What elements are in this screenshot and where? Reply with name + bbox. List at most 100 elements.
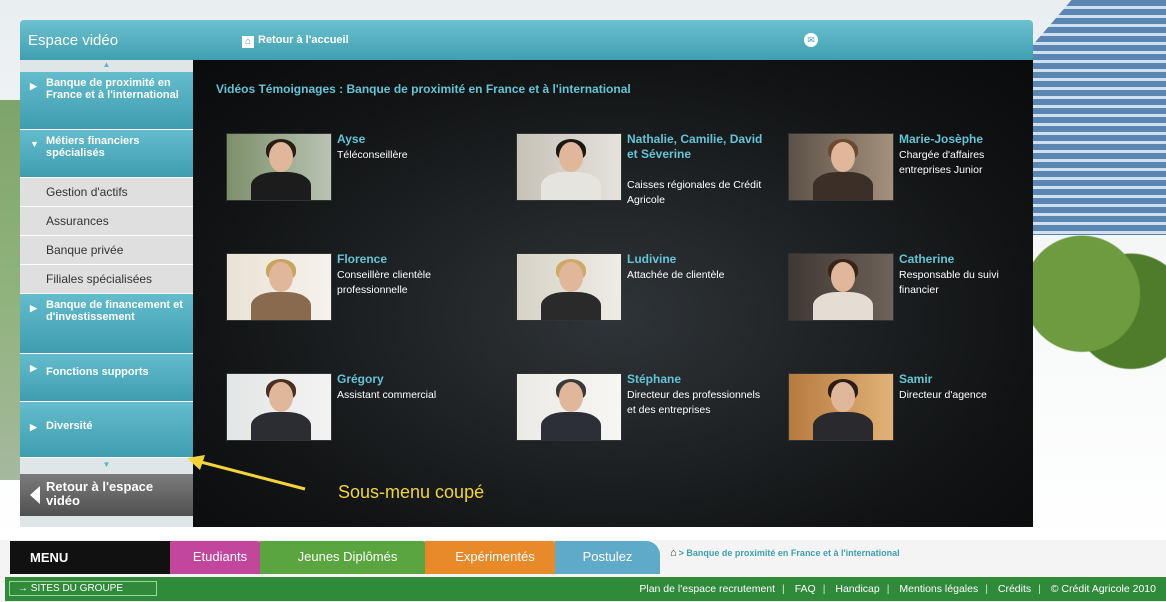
- sidebar-subitem-gestion-actifs[interactable]: Gestion d'actifs: [20, 178, 193, 207]
- chevron-right-icon: ▶: [30, 81, 37, 91]
- mail-icon[interactable]: ✉: [804, 33, 818, 47]
- sidebar-item-label: Diversité: [46, 420, 93, 432]
- sidebar-subitem-label: Filiales spécialisées: [46, 272, 153, 286]
- video-card[interactable]: Ayse Téléconseillère: [216, 130, 486, 215]
- breadcrumb: ⌂ > Banque de proximité en France et à l'…: [670, 547, 900, 559]
- sidebar-subitem-label: Assurances: [46, 214, 109, 228]
- menu-label: MENU: [10, 541, 170, 574]
- tab-label: Postulez: [582, 549, 633, 564]
- home-link[interactable]: ⌂ Retour à l'accueil: [242, 34, 349, 48]
- chevron-down-icon: ▼: [30, 139, 39, 149]
- sidebar-item-fonctions-supports[interactable]: ▶ Fonctions supports: [20, 354, 193, 402]
- breadcrumb-text[interactable]: > Banque de proximité en France et à l'i…: [679, 548, 900, 558]
- video-content-panel: Vidéos Témoignages : Banque de proximité…: [193, 60, 1033, 527]
- tab-label: Jeunes Diplômés: [297, 549, 398, 564]
- video-card[interactable]: Stéphane Directeur des professionnels et…: [506, 370, 776, 455]
- home-icon: ⌂: [242, 36, 254, 48]
- video-person-name[interactable]: Ludivine: [627, 252, 767, 267]
- video-thumbnail[interactable]: [788, 133, 894, 201]
- sidebar-menu: ▲ ▶ Banque de proximité en France et à l…: [20, 60, 193, 527]
- footer-link-plan[interactable]: Plan de l'espace recrutement: [639, 583, 775, 595]
- back-button-label: Retour à l'espace vidéo: [46, 479, 154, 508]
- back-to-video-space-button[interactable]: Retour à l'espace vidéo: [20, 474, 193, 516]
- header-bar: Espace vidéo ⌂ Retour à l'accueil ✉: [20, 20, 1033, 60]
- tab-label: Expérimentés: [455, 549, 535, 564]
- video-thumbnail[interactable]: [226, 253, 332, 321]
- video-person-role: Attachée de clientèle: [627, 269, 725, 281]
- home-link-label: Retour à l'accueil: [258, 34, 349, 46]
- video-thumbnail[interactable]: [226, 373, 332, 441]
- sidebar-item-metiers-financiers[interactable]: ▼ Métiers financiers spécialisés: [20, 130, 193, 178]
- video-space-window: Espace vidéo ⌂ Retour à l'accueil ✉ ▲ ▶ B…: [20, 20, 1033, 527]
- video-card[interactable]: Catherine Responsable du suivi financier: [778, 250, 1048, 335]
- tab-jeunes-diplomes[interactable]: Jeunes Diplômés: [260, 541, 435, 574]
- footer-link-faq[interactable]: FAQ: [795, 583, 816, 595]
- sidebar-item-label: Fonctions supports: [46, 366, 149, 378]
- footer-bar: → SITES DU GROUPE Plan de l'espace recru…: [5, 577, 1166, 601]
- video-thumbnail[interactable]: [788, 253, 894, 321]
- video-person-name[interactable]: Nathalie, Camilie, David et Séverine: [627, 132, 767, 162]
- page-title: Vidéos Témoignages : Banque de proximité…: [216, 82, 631, 96]
- video-person-name[interactable]: Grégory: [337, 372, 477, 387]
- video-card[interactable]: Marie-Josèphe Chargée d'affaires entrepr…: [778, 130, 1048, 215]
- sidebar-item-banque-proximite[interactable]: ▶ Banque de proximité en France et à l'i…: [20, 72, 193, 130]
- video-person-role: Directeur des professionnels et des entr…: [627, 389, 761, 416]
- sidebar-item-banque-financement[interactable]: ▶ Banque de financement et d'investissem…: [20, 294, 193, 354]
- video-person-role: Directeur d'agence: [899, 389, 987, 401]
- video-thumbnail[interactable]: [516, 133, 622, 201]
- chevron-right-icon: ▶: [30, 303, 37, 313]
- video-person-role: Assistant commercial: [337, 389, 437, 401]
- video-person-name[interactable]: Catherine: [899, 252, 1039, 267]
- video-person-role: Téléconseillère: [337, 149, 408, 161]
- sites-du-groupe-button[interactable]: → SITES DU GROUPE: [9, 581, 157, 596]
- footer-link-handicap[interactable]: Handicap: [835, 583, 879, 595]
- sidebar-item-diversite[interactable]: ▶ Diversité: [20, 402, 193, 458]
- annotation-arrow-icon: [187, 455, 306, 491]
- video-person-role: Responsable du suivi financier: [899, 269, 999, 296]
- video-thumbnail[interactable]: [516, 253, 622, 321]
- tab-label: Etudiants: [192, 549, 248, 564]
- footer-link-mentions[interactable]: Mentions légales: [899, 583, 978, 595]
- video-person-name[interactable]: Marie-Josèphe: [899, 132, 1039, 147]
- sidebar-subitem-banque-privee[interactable]: Banque privée: [20, 236, 193, 265]
- sidebar-item-label: Banque de financement et d'investissemen…: [46, 299, 183, 323]
- video-card[interactable]: Samir Directeur d'agence: [778, 370, 1048, 455]
- video-thumbnail[interactable]: [788, 373, 894, 441]
- video-person-name[interactable]: Stéphane: [627, 372, 767, 387]
- video-person-name[interactable]: Florence: [337, 252, 477, 267]
- sidebar-item-label: Banque de proximité en France et à l'int…: [46, 77, 179, 101]
- scroll-up-arrow-icon[interactable]: ▲: [20, 60, 193, 72]
- video-person-role: Caisses régionales de Crédit Agricole: [627, 179, 762, 206]
- footer-copyright: © Crédit Agricole 2010: [1050, 583, 1156, 595]
- chevron-right-icon: ▶: [30, 363, 37, 373]
- video-card[interactable]: Nathalie, Camilie, David et Séverine Cai…: [506, 130, 776, 215]
- scroll-down-arrow-icon[interactable]: ▼: [20, 460, 193, 472]
- video-thumbnail[interactable]: [516, 373, 622, 441]
- sidebar-subitem-label: Gestion d'actifs: [46, 185, 128, 199]
- sidebar-item-label: Métiers financiers spécialisés: [46, 135, 140, 159]
- window-title: Espace vidéo: [28, 32, 119, 49]
- video-person-name[interactable]: Samir: [899, 372, 1039, 387]
- footer-link-credits[interactable]: Crédits: [998, 583, 1031, 595]
- video-person-name[interactable]: Ayse: [337, 132, 477, 147]
- video-thumbnail[interactable]: [226, 133, 332, 201]
- video-card[interactable]: Florence Conseillère clientèle professio…: [216, 250, 486, 335]
- background-left-image: [0, 100, 22, 480]
- video-person-role: Conseillère clientèle professionnelle: [337, 269, 431, 296]
- tab-postulez[interactable]: Postulez: [555, 541, 660, 574]
- sidebar-subitem-filiales[interactable]: Filiales spécialisées: [20, 265, 193, 294]
- video-card[interactable]: Ludivine Attachée de clientèle: [506, 250, 776, 335]
- chevron-right-icon: ▶: [30, 422, 37, 432]
- main-menu-bar: MENU Etudiants Jeunes Diplômés Expérimen…: [10, 541, 1166, 574]
- sidebar-subitem-assurances[interactable]: Assurances: [20, 207, 193, 236]
- home-icon[interactable]: ⌂: [670, 547, 677, 559]
- tab-experimentes[interactable]: Expérimentés: [425, 541, 565, 574]
- sidebar-subitem-label: Banque privée: [46, 243, 124, 257]
- back-arrow-icon: [30, 486, 40, 504]
- video-card[interactable]: Grégory Assistant commercial: [216, 370, 486, 455]
- footer-links: Plan de l'espace recrutement | FAQ | Handi…: [639, 583, 1156, 595]
- annotation-label: Sous-menu coupé: [338, 482, 485, 502]
- video-person-role: Chargée d'affaires entreprises Junior: [899, 149, 985, 176]
- background-building-image: [1031, 0, 1166, 235]
- tab-etudiants[interactable]: Etudiants: [170, 541, 270, 574]
